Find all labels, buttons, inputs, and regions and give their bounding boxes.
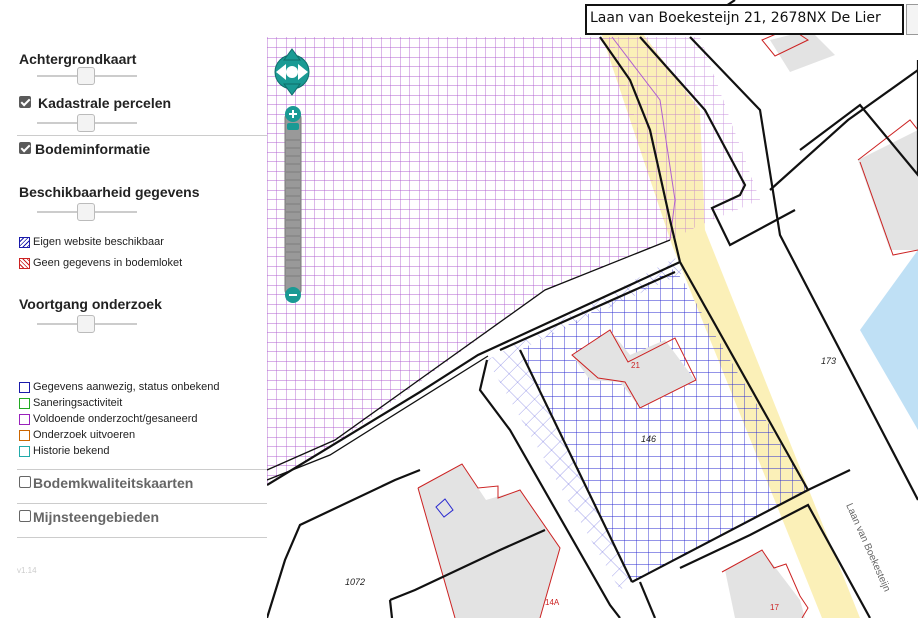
legend-historie: Historie bekend bbox=[19, 445, 109, 457]
pan-center bbox=[286, 66, 298, 78]
achtergrondkaart-opacity-slider[interactable] bbox=[37, 67, 137, 85]
beschikbaarheid-opacity-slider[interactable] bbox=[37, 203, 137, 221]
zoom-slider-handle[interactable] bbox=[287, 123, 299, 130]
separator bbox=[17, 135, 267, 136]
parcel-label-173: 173 bbox=[821, 356, 836, 366]
zoom-out-icon[interactable] bbox=[285, 287, 301, 303]
legend-label: Saneringsactiviteit bbox=[33, 397, 123, 409]
legend-geen-gegevens: Geen gegevens in bodemloket bbox=[19, 257, 182, 269]
mijnsteengebieden-label[interactable]: Mijnsteengebieden bbox=[33, 509, 159, 525]
legend-label: Historie bekend bbox=[33, 445, 110, 457]
map-view[interactable]: 173 146 1072 21 14A 17 Laan van Boekeste… bbox=[267, 0, 918, 618]
address-search-input[interactable]: Laan van Boekesteijn 21, 2678NX De Lier bbox=[585, 4, 904, 35]
beschikbaarheid-heading: Beschikbaarheid gegevens bbox=[19, 184, 200, 200]
mijnsteengebieden-checkbox[interactable] bbox=[19, 510, 31, 522]
legend-label: Eigen website beschikbaar bbox=[33, 236, 164, 248]
legend-onderzoek-uitvoeren: Onderzoek uitvoeren bbox=[19, 429, 135, 441]
kadastrale-percelen-label[interactable]: Kadastrale percelen bbox=[38, 95, 171, 111]
legend-voldoende: Voldoende onderzocht/gesaneerd bbox=[19, 413, 198, 425]
bodemkwaliteitskaarten-checkbox[interactable] bbox=[19, 476, 31, 488]
legend-swatch bbox=[19, 236, 30, 248]
house-number-21: 21 bbox=[631, 361, 640, 370]
legend-swatch bbox=[19, 445, 30, 457]
legend-label: Voldoende onderzocht/gesaneerd bbox=[33, 413, 198, 425]
bodeminformatie-label[interactable]: Bodeminformatie bbox=[35, 141, 150, 157]
legend-label: Onderzoek uitvoeren bbox=[33, 429, 136, 441]
zoom-in-icon[interactable] bbox=[285, 106, 301, 122]
slider-knob[interactable] bbox=[77, 114, 95, 132]
slider-knob[interactable] bbox=[77, 67, 95, 85]
legend-eigen-website: Eigen website beschikbaar bbox=[19, 236, 164, 248]
voortgang-opacity-slider[interactable] bbox=[37, 315, 137, 333]
map-canvas[interactable]: 173 146 1072 21 14A 17 Laan van Boekeste… bbox=[267, 0, 918, 618]
legend-swatch bbox=[19, 381, 30, 393]
legend-label: Geen gegevens in bodemloket bbox=[33, 257, 183, 269]
layer-sidebar: Achtergrondkaart Kadastrale percelen Bod… bbox=[0, 0, 267, 618]
search-button[interactable] bbox=[906, 4, 918, 35]
legend-swatch bbox=[19, 257, 30, 269]
separator bbox=[17, 537, 267, 538]
achtergrondkaart-heading: Achtergrondkaart bbox=[19, 51, 137, 67]
version-label: v1.14 bbox=[17, 566, 37, 575]
legend-swatch bbox=[19, 413, 30, 425]
parcel-label-1072: 1072 bbox=[345, 577, 365, 587]
parcel-label-146: 146 bbox=[641, 434, 656, 444]
legend-label: Gegevens aanwezig, status onbekend bbox=[33, 381, 220, 393]
legend-status-onbekend: Gegevens aanwezig, status onbekend bbox=[19, 381, 220, 393]
bodemkwaliteitskaarten-label[interactable]: Bodemkwaliteitskaarten bbox=[33, 475, 193, 491]
legend-sanering: Saneringsactiviteit bbox=[19, 397, 122, 409]
voortgang-heading: Voortgang onderzoek bbox=[19, 296, 162, 312]
slider-knob[interactable] bbox=[77, 315, 95, 333]
legend-swatch bbox=[19, 429, 30, 441]
legend-swatch bbox=[19, 397, 30, 409]
house-number-17: 17 bbox=[770, 603, 779, 612]
kadastrale-percelen-checkbox[interactable] bbox=[19, 96, 31, 108]
separator bbox=[17, 503, 267, 504]
slider-knob[interactable] bbox=[77, 203, 95, 221]
separator bbox=[17, 469, 267, 470]
bodeminformatie-checkbox[interactable] bbox=[19, 142, 31, 154]
zoom-control bbox=[284, 106, 302, 303]
house-number-14a: 14A bbox=[545, 598, 560, 607]
kadastrale-percelen-opacity-slider[interactable] bbox=[37, 114, 137, 132]
